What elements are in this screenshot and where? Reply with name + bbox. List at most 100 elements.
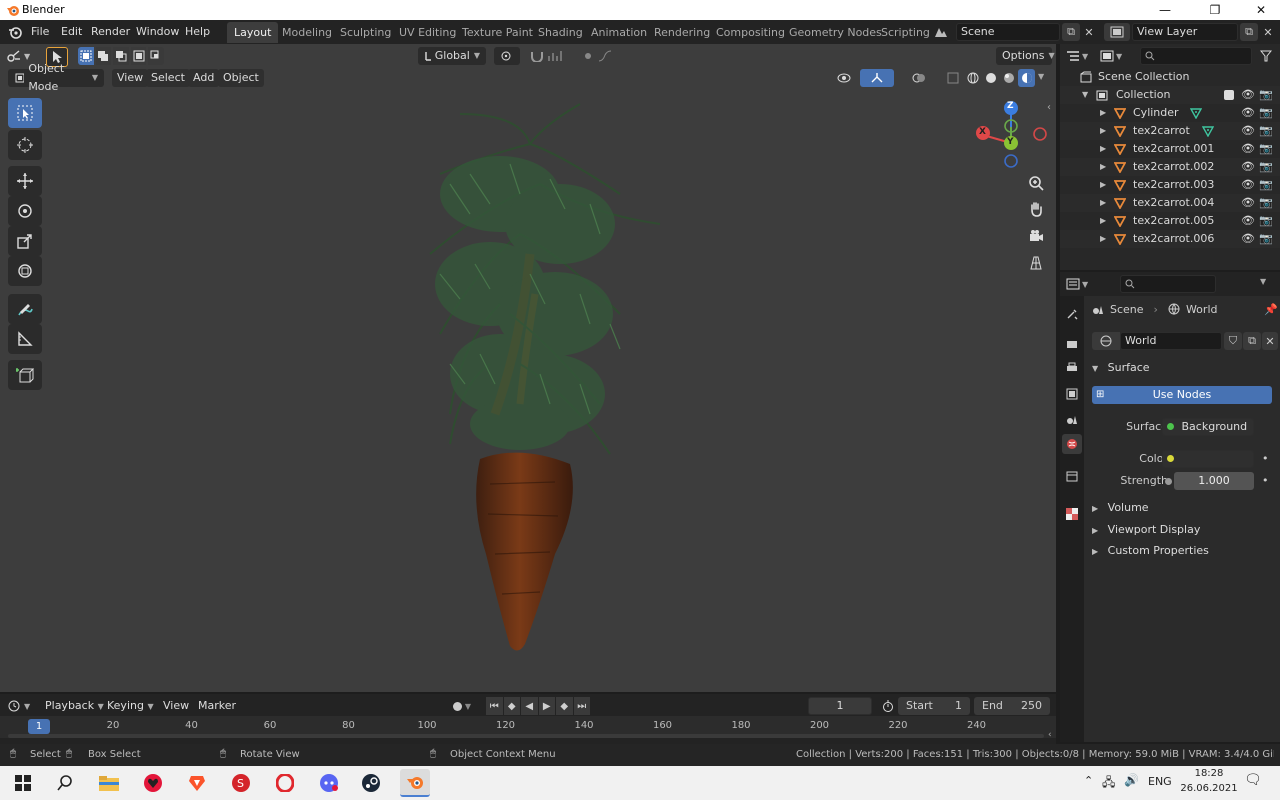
animate-strength-dot-icon[interactable]: • (1262, 474, 1269, 487)
outliner-object-row[interactable]: ▶ tex2carrot 👁 📷 (1060, 122, 1280, 140)
eye-icon[interactable]: 👁 (1241, 194, 1255, 212)
select-extend-button[interactable] (95, 47, 112, 65)
expand-chevron-icon[interactable]: ▶ (1100, 176, 1106, 194)
outliner-search-input[interactable] (1140, 47, 1252, 65)
menu-file[interactable]: File (26, 23, 54, 41)
eye-icon[interactable]: 👁 (1241, 86, 1255, 104)
camera-render-icon[interactable]: 📷 (1259, 158, 1273, 176)
tab-sculpting[interactable]: Sculpting (333, 22, 398, 43)
auto-keying-toggle[interactable]: ▼ (445, 697, 479, 715)
tab-texture-paint[interactable]: Texture Paint (455, 22, 540, 43)
tool-scale[interactable] (8, 226, 42, 256)
play-reverse-button[interactable]: ◀ (521, 697, 538, 715)
outliner-object-row[interactable]: ▶ Cylinder 👁 📷 (1060, 104, 1280, 122)
visibility-dropdown[interactable] (830, 69, 858, 87)
gizmo-toggle[interactable] (860, 69, 894, 87)
modifier-wrench-icon[interactable] (1190, 107, 1202, 119)
menu-window[interactable]: Window (131, 23, 184, 41)
expand-chevron-icon[interactable]: ▶ (1100, 212, 1106, 230)
menu-help[interactable]: Help (180, 23, 215, 41)
expand-chevron-icon[interactable]: ▶ (1100, 122, 1106, 140)
camera-render-icon[interactable]: 📷 (1259, 86, 1273, 104)
color-field[interactable] (1162, 450, 1254, 468)
tab-collection[interactable] (1062, 466, 1082, 486)
expand-chevron-icon[interactable]: ▼ (1082, 86, 1088, 104)
taskbar-discord[interactable] (314, 769, 344, 797)
timeline-scrollbar[interactable] (8, 734, 1044, 738)
camera-view-button[interactable] (1025, 225, 1047, 247)
properties-search-input[interactable] (1120, 275, 1216, 293)
pan-view-button[interactable] (1025, 198, 1047, 220)
tab-render[interactable] (1062, 334, 1082, 354)
clock-time[interactable]: 18:28 (1178, 768, 1240, 779)
outliner-object-row[interactable]: ▶ tex2carrot.006 👁 📷 (1060, 230, 1280, 248)
jump-end-button[interactable]: ⏭ (573, 697, 590, 715)
outliner-object-row[interactable]: ▶ tex2carrot.002 👁 📷 (1060, 158, 1280, 176)
taskbar-opera[interactable] (270, 769, 300, 797)
tab-view-layer[interactable] (1062, 384, 1082, 404)
duplicate-world-button[interactable]: ⧉ (1243, 332, 1261, 350)
notification-icon[interactable]: 🗨 (1244, 772, 1262, 788)
outliner-object-row[interactable]: ▶ tex2carrot.005 👁 📷 (1060, 212, 1280, 230)
blender-menu-icon[interactable] (8, 25, 22, 39)
viewport-menu-add[interactable]: Add (188, 69, 220, 87)
viewport-menu-object[interactable]: Object (218, 69, 264, 87)
eye-icon[interactable]: 👁 (1241, 230, 1255, 248)
playhead-frame-indicator[interactable]: 1 (28, 719, 50, 734)
new-view-layer-button[interactable]: ⧉ (1240, 23, 1258, 41)
viewport-menu-view[interactable]: View (112, 69, 149, 87)
eye-icon[interactable]: 👁 (1241, 104, 1255, 122)
camera-render-icon[interactable]: 📷 (1259, 140, 1273, 158)
tab-compositing[interactable]: Compositing (709, 22, 792, 43)
overlays-toggle[interactable] (902, 69, 936, 87)
eye-icon[interactable]: 👁 (1241, 176, 1255, 194)
expand-chevron-icon[interactable]: ▶ (1100, 140, 1106, 158)
outliner-object-row[interactable]: ▶ tex2carrot.004 👁 📷 (1060, 194, 1280, 212)
end-frame-field[interactable]: End 250 (974, 697, 1050, 715)
shading-options-chevron-icon[interactable]: ▼ (1038, 72, 1044, 81)
select-intersect-button[interactable] (148, 47, 164, 65)
collection-exclude-checkbox[interactable] (1224, 90, 1234, 100)
unlink-world-button[interactable]: ✕ (1262, 332, 1278, 350)
network-icon[interactable]: 🖧 (1102, 773, 1115, 794)
taskbar-app-heart[interactable] (138, 769, 168, 797)
tab-tool[interactable] (1062, 304, 1082, 324)
animate-color-dot-icon[interactable]: • (1262, 452, 1269, 465)
start-button[interactable] (8, 769, 38, 797)
outliner-scene-collection[interactable]: Scene Collection (1060, 68, 1280, 86)
tab-geometry-nodes[interactable]: Geometry Nodes (782, 22, 889, 43)
scene-browse-icon[interactable] (930, 23, 952, 41)
eye-icon[interactable]: 👁 (1241, 158, 1255, 176)
perspective-toggle-button[interactable] (1025, 252, 1047, 274)
preview-range-toggle[interactable] (880, 697, 896, 715)
outliner-object-row[interactable]: ▶ tex2carrot.003 👁 📷 (1060, 176, 1280, 194)
tool-select-box[interactable] (8, 98, 42, 128)
jump-start-button[interactable]: ⏮ (486, 697, 503, 715)
select-invert-button[interactable] (130, 47, 147, 65)
chevron-down-icon[interactable]: ▼ (1260, 277, 1266, 286)
tab-modeling[interactable]: Modeling (275, 22, 339, 43)
camera-render-icon[interactable]: 📷 (1259, 122, 1273, 140)
new-scene-button[interactable]: ⧉ (1062, 23, 1080, 41)
tool-rotate[interactable] (8, 196, 42, 226)
tool-add-cube[interactable] (8, 360, 42, 390)
taskbar-substance[interactable]: S (226, 769, 256, 797)
tab-scene[interactable] (1062, 409, 1082, 429)
surface-shader-field[interactable]: Background (1162, 418, 1254, 436)
timeline-menu-keying[interactable]: Keying ▼ (102, 697, 159, 715)
volume-panel-header[interactable]: ▶ Volume (1088, 498, 1278, 518)
tab-rendering[interactable]: Rendering (647, 22, 717, 43)
camera-render-icon[interactable]: 📷 (1259, 212, 1273, 230)
outliner-object-row[interactable]: ▶ tex2carrot.001 👁 📷 (1060, 140, 1280, 158)
select-subtract-button[interactable] (113, 47, 129, 65)
camera-render-icon[interactable]: 📷 (1259, 194, 1273, 212)
timeline-menu-view[interactable]: View (158, 697, 194, 715)
properties-editor-type[interactable]: ▼ (1066, 275, 1096, 293)
viewport-display-panel-header[interactable]: ▶ Viewport Display (1088, 520, 1278, 540)
wireframe-shading-button[interactable] (964, 69, 981, 87)
strength-field[interactable]: 1.000 (1162, 472, 1254, 490)
sidebar-toggle-icon[interactable]: ‹ (1047, 102, 1051, 113)
options-dropdown[interactable]: Options ▼ (996, 47, 1055, 65)
speaker-icon[interactable]: 🔊 (1124, 773, 1139, 787)
start-frame-field[interactable]: Start 1 (898, 697, 970, 715)
